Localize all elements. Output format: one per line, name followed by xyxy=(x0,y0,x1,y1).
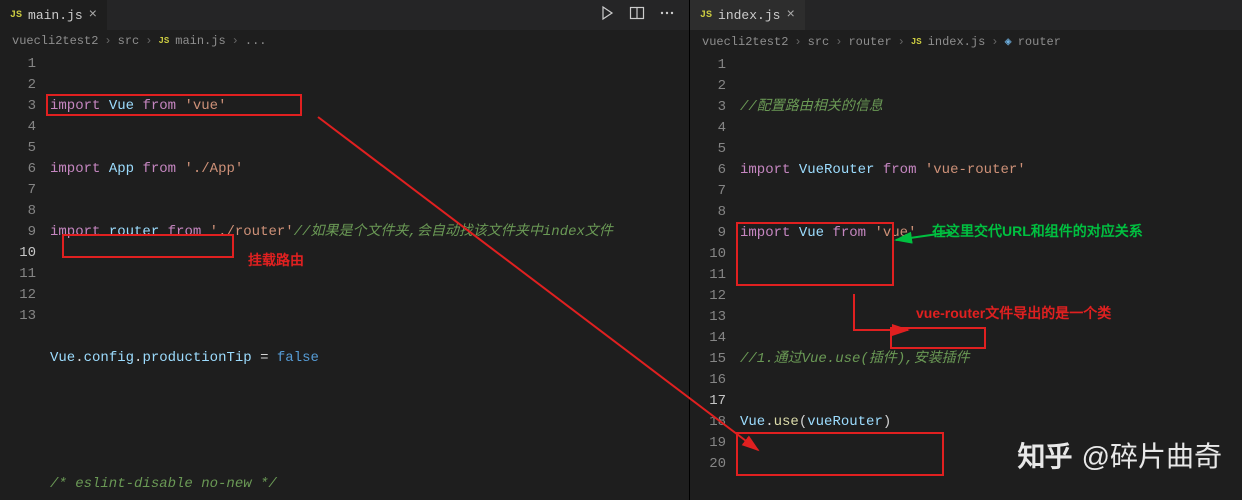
annotation-label: 在这里交代URL和组件的对应关系 xyxy=(932,221,1143,242)
js-icon: JS xyxy=(911,37,922,47)
annotation-box xyxy=(736,432,944,476)
crumb[interactable]: main.js xyxy=(175,34,225,48)
breadcrumb-right[interactable]: vuecli2test2› src› router› JSindex.js› ◈… xyxy=(690,30,1242,53)
annotation-label: 挂载路由 xyxy=(248,250,304,271)
tab-indexjs[interactable]: JS index.js × xyxy=(690,0,805,30)
js-icon: JS xyxy=(158,36,169,46)
symbol-icon: ◈ xyxy=(1004,34,1011,49)
comment: //1.通过Vue.use(插件),安装插件 xyxy=(740,351,970,367)
crumb[interactable]: ... xyxy=(245,34,267,48)
comment: //配置路由相关的信息 xyxy=(740,99,883,115)
comment: //如果是个文件夹,会自动找该文件夹中index文件 xyxy=(294,224,613,240)
editor-right[interactable]: 1234567891011121314151617181920 //配置路由相关… xyxy=(690,53,1242,500)
annotation-box xyxy=(736,222,894,286)
crumb[interactable]: src xyxy=(808,35,830,49)
more-icon[interactable] xyxy=(659,5,675,26)
split-icon[interactable] xyxy=(629,5,645,26)
crumb[interactable]: vuecli2test2 xyxy=(702,35,788,49)
code-area-left[interactable]: import Vue from 'vue' import App from '.… xyxy=(50,52,689,500)
breadcrumb-left[interactable]: vuecli2test2› src› JSmain.js› ... xyxy=(0,30,689,52)
annotation-label: vue-router文件导出的是一个类 xyxy=(916,303,1111,324)
left-editor-pane: JS main.js × vuecli2test2› src› JSmain.j… xyxy=(0,0,690,500)
crumb[interactable]: index.js xyxy=(928,35,986,49)
close-icon[interactable]: × xyxy=(89,7,97,23)
editor-left[interactable]: 12345678910111213 import Vue from 'vue' … xyxy=(0,52,689,500)
tab-label: main.js xyxy=(28,8,83,23)
line-gutter: 1234567891011121314151617181920 xyxy=(690,53,740,500)
line-gutter: 12345678910111213 xyxy=(0,52,50,500)
close-icon[interactable]: × xyxy=(786,7,794,23)
crumb[interactable]: router xyxy=(848,35,891,49)
crumb[interactable]: router xyxy=(1018,35,1061,49)
js-icon: JS xyxy=(10,10,22,21)
annotation-box xyxy=(890,327,986,349)
crumb[interactable]: vuecli2test2 xyxy=(12,34,98,48)
tab-bar-left: JS main.js × xyxy=(0,0,689,30)
js-icon: JS xyxy=(700,10,712,21)
tab-label: index.js xyxy=(718,8,780,23)
annotation-box xyxy=(46,94,302,116)
code-area-right[interactable]: //配置路由相关的信息 import VueRouter from 'vue-r… xyxy=(740,53,1242,500)
tab-bar-right: JS index.js × xyxy=(690,0,1242,30)
run-icon[interactable] xyxy=(599,5,615,26)
right-editor-pane: JS index.js × vuecli2test2› src› router›… xyxy=(690,0,1242,500)
tab-mainjs[interactable]: JS main.js × xyxy=(0,0,107,30)
annotation-box xyxy=(62,234,234,258)
comment: /* eslint-disable no-new */ xyxy=(50,476,277,492)
crumb[interactable]: src xyxy=(118,34,140,48)
watermark: 知乎 @碎片曲奇 xyxy=(1018,435,1222,475)
tab-actions xyxy=(599,5,689,26)
